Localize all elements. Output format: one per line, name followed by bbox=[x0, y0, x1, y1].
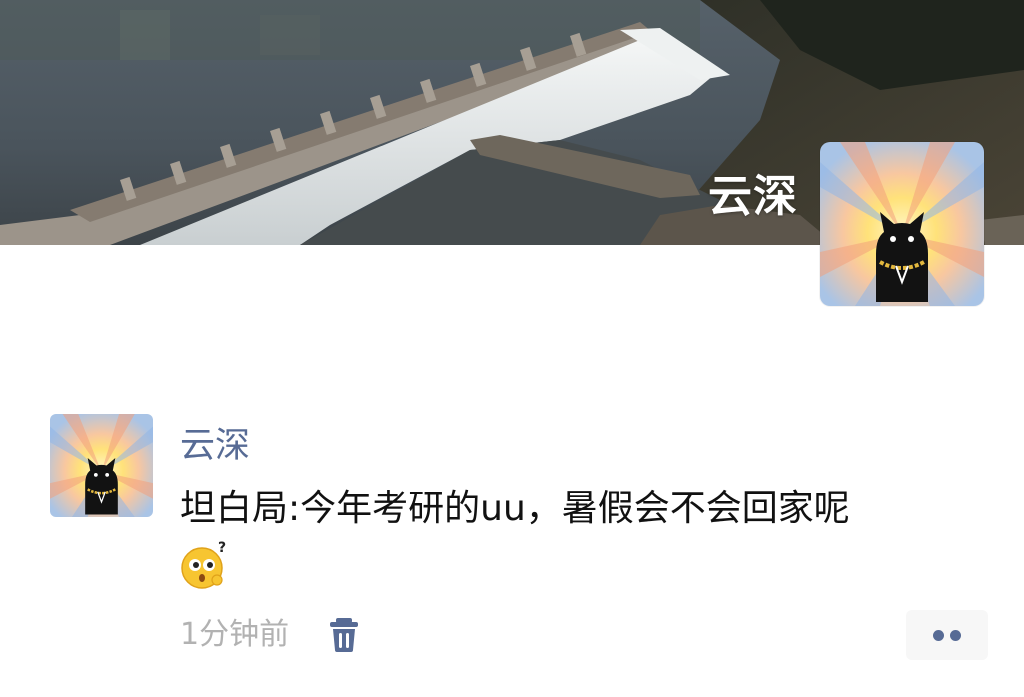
profile-name[interactable]: 云深 bbox=[708, 160, 798, 224]
thinking-question-emoji-icon: ? bbox=[178, 538, 230, 590]
black-cat-avatar-icon bbox=[820, 142, 984, 306]
moments-page: 云深 云深 坦白局:今年考研的uu，暑假会不会回家呢 ? 1分钟前 bbox=[0, 0, 1024, 697]
delete-button[interactable] bbox=[326, 616, 362, 654]
black-cat-avatar-icon bbox=[50, 414, 153, 517]
post-text: 坦白局:今年考研的uu，暑假会不会回家呢 bbox=[180, 488, 850, 529]
more-actions-button[interactable] bbox=[906, 610, 988, 660]
more-dots-icon bbox=[933, 630, 944, 641]
trash-icon bbox=[330, 618, 358, 652]
post-author-name[interactable]: 云深 bbox=[180, 424, 250, 468]
svg-text:?: ? bbox=[218, 540, 226, 556]
post-timestamp: 1分钟前 bbox=[180, 617, 290, 652]
profile-avatar[interactable] bbox=[820, 142, 984, 306]
more-dots-icon bbox=[950, 630, 961, 641]
post-author-avatar[interactable] bbox=[50, 414, 153, 517]
